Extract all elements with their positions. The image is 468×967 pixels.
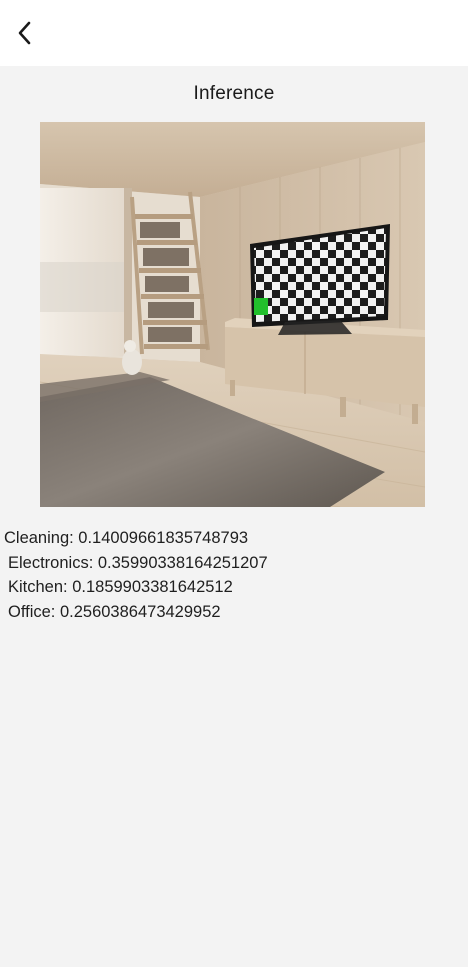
page-title: Inference: [193, 83, 275, 104]
living-room-scene: [40, 122, 425, 507]
back-button[interactable]: [8, 16, 42, 50]
result-row-office: Office: 0.2560386473429952: [8, 602, 221, 621]
inference-results: Cleaning: 0.14009661835748793 Electronic…: [4, 526, 268, 624]
result-row-cleaning: Cleaning: 0.14009661835748793: [4, 529, 249, 547]
chevron-left-icon: [18, 21, 31, 45]
result-row-kitchen: Kitchen: 0.1859903381642512: [8, 578, 233, 597]
inference-image: [40, 122, 425, 507]
app-bar: [0, 0, 468, 66]
result-row-electronics: Electronics: 0.35990338164251207: [8, 553, 268, 572]
